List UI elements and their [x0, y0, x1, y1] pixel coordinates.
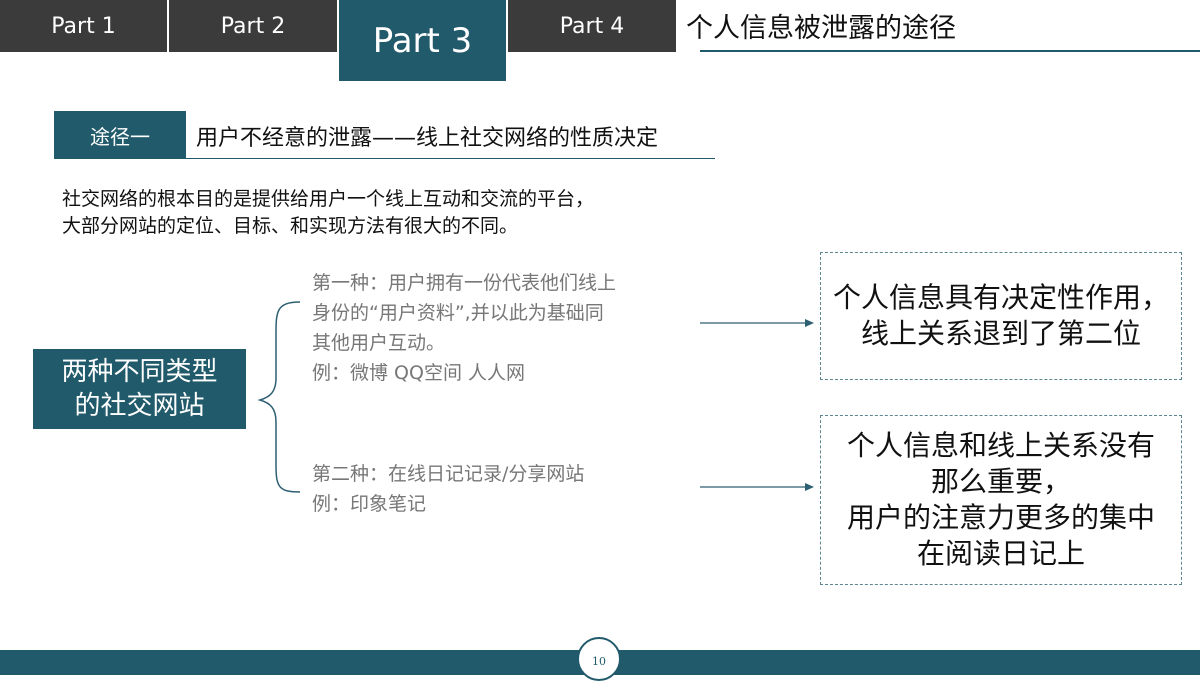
- result-line: 那么重要，: [930, 465, 1071, 498]
- result-line: 用户的注意力更多的集中: [846, 501, 1155, 534]
- result-box-one: 个人信息具有决定性作用， 线上关系退到了第二位: [820, 252, 1182, 380]
- type-line: 第二种：在线日记记录/分享网站: [312, 463, 585, 485]
- result-line: 个人信息具有决定性作用，: [832, 281, 1169, 314]
- result-box-two: 个人信息和线上关系没有 那么重要， 用户的注意力更多的集中 在阅读日记上: [820, 415, 1182, 585]
- result-line: 在阅读日记上: [916, 537, 1085, 570]
- arrow-icon: [700, 483, 814, 491]
- page-number-badge: 10: [577, 637, 621, 681]
- type-line: 例：微博 QQ空间 人人网: [312, 362, 525, 384]
- page-number: 10: [592, 655, 606, 668]
- type-line: 其他用户互动。: [312, 332, 446, 354]
- type-line: 例：印象笔记: [312, 493, 427, 515]
- type-line: 第一种：用户拥有一份代表他们线上: [312, 272, 617, 294]
- curly-brace-icon: [257, 301, 301, 493]
- type-one-text: 第一种：用户拥有一份代表他们线上 身份的“用户资料”,并以此为基础同 其他用户互…: [312, 268, 616, 388]
- result-line: 个人信息和线上关系没有: [846, 429, 1155, 462]
- type-two-text: 第二种：在线日记记录/分享网站 例：印象笔记: [312, 459, 584, 519]
- arrow-icon: [700, 319, 814, 327]
- result-line: 线上关系退到了第二位: [860, 317, 1141, 350]
- type-line: 身份的“用户资料”,并以此为基础同: [312, 302, 604, 324]
